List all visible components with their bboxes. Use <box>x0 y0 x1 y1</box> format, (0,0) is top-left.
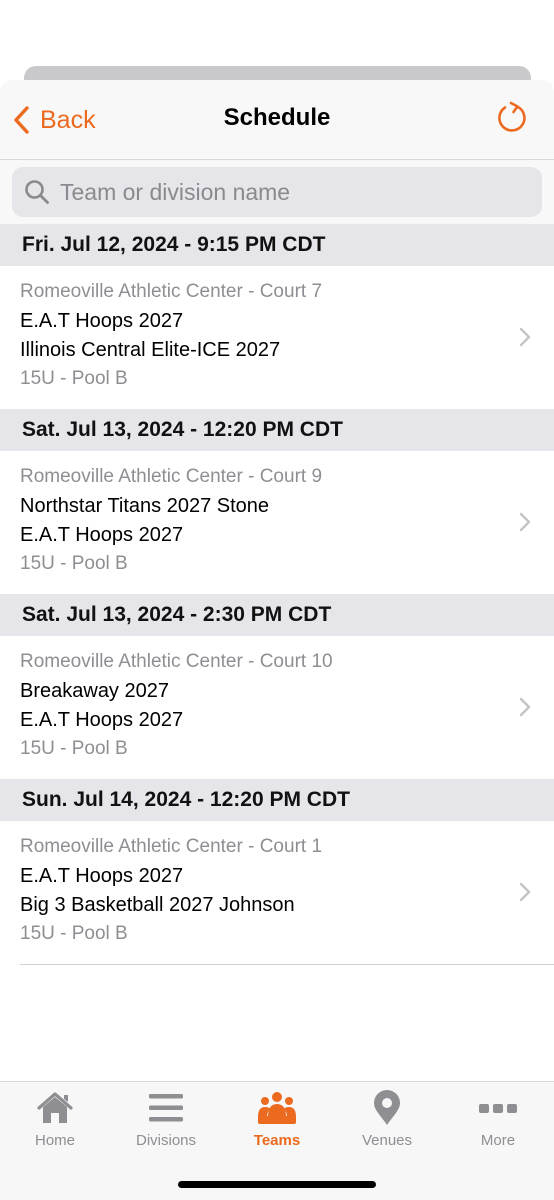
more-dots-icon <box>479 1104 517 1113</box>
list-icon <box>149 1094 183 1122</box>
team-one-label: E.A.T Hoops 2027 <box>20 865 184 887</box>
section-header-date: Fri. Jul 12, 2024 - 9:15 PM CDT <box>0 224 554 266</box>
refresh-icon[interactable] <box>494 100 530 136</box>
game-row[interactable]: Romeoville Athletic Center - Court 7 E.A… <box>0 266 554 409</box>
chevron-right-icon <box>519 512 531 532</box>
schedule-screen: Back Schedule Fri. Jul 12, 2024 - 9:15 P… <box>0 0 554 1200</box>
venue-label: Romeoville Athletic Center - Court 9 <box>20 466 323 487</box>
tab-divisions[interactable]: Divisions <box>111 1090 221 1156</box>
section-header-date: Sat. Jul 13, 2024 - 12:20 PM CDT <box>0 409 554 451</box>
home-icon <box>37 1092 73 1123</box>
division-label: 15U - Pool B <box>20 738 128 759</box>
search-field[interactable] <box>12 167 542 217</box>
tab-venues[interactable]: Venues <box>332 1090 442 1156</box>
game-row[interactable]: Romeoville Athletic Center - Court 1 E.A… <box>0 821 554 964</box>
game-row[interactable]: Romeoville Athletic Center - Court 10 Br… <box>0 636 554 779</box>
list-divider <box>20 964 554 965</box>
section-header-date: Sun. Jul 14, 2024 - 12:20 PM CDT <box>0 779 554 821</box>
search-input[interactable] <box>60 178 520 206</box>
team-one-label: Northstar Titans 2027 Stone <box>20 495 270 517</box>
tab-teams[interactable]: Teams <box>222 1090 332 1156</box>
search-icon <box>25 180 49 204</box>
venue-label: Romeoville Athletic Center - Court 1 <box>20 836 323 857</box>
navigation-bar: Back Schedule <box>0 80 554 160</box>
venue-label: Romeoville Athletic Center - Court 10 <box>20 651 333 672</box>
tab-label: Home <box>34 1132 75 1149</box>
page-title: Schedule <box>223 104 331 131</box>
team-one-label: E.A.T Hoops 2027 <box>20 310 184 332</box>
team-two-label: E.A.T Hoops 2027 <box>20 709 184 731</box>
tab-label: Teams <box>253 1132 301 1149</box>
search-bar <box>0 160 554 224</box>
tab-label: More <box>480 1132 516 1149</box>
status-bar <box>0 0 554 66</box>
game-row[interactable]: Romeoville Athletic Center - Court 9 Nor… <box>0 451 554 594</box>
team-one-label: Breakaway 2027 <box>20 680 169 702</box>
tab-label: Divisions <box>135 1132 196 1149</box>
tab-more[interactable]: More <box>443 1090 553 1156</box>
location-pin-icon <box>374 1090 400 1125</box>
team-icon <box>258 1092 296 1124</box>
chevron-right-icon <box>519 697 531 717</box>
schedule-list: Fri. Jul 12, 2024 - 9:15 PM CDT Romeovil… <box>0 224 554 965</box>
team-two-label: E.A.T Hoops 2027 <box>20 524 184 546</box>
home-indicator[interactable] <box>178 1181 376 1188</box>
tab-label: Venues <box>361 1132 413 1149</box>
chevron-right-icon <box>519 882 531 902</box>
division-label: 15U - Pool B <box>20 368 128 389</box>
chevron-right-icon <box>519 327 531 347</box>
venue-label: Romeoville Athletic Center - Court 7 <box>20 281 323 302</box>
team-two-label: Big 3 Basketball 2027 Johnson <box>20 894 295 916</box>
team-two-label: Illinois Central Elite-ICE 2027 <box>20 339 281 361</box>
section-header-date: Sat. Jul 13, 2024 - 2:30 PM CDT <box>0 594 554 636</box>
division-label: 15U - Pool B <box>20 553 128 574</box>
tab-home[interactable]: Home <box>0 1090 110 1156</box>
division-label: 15U - Pool B <box>20 923 128 944</box>
